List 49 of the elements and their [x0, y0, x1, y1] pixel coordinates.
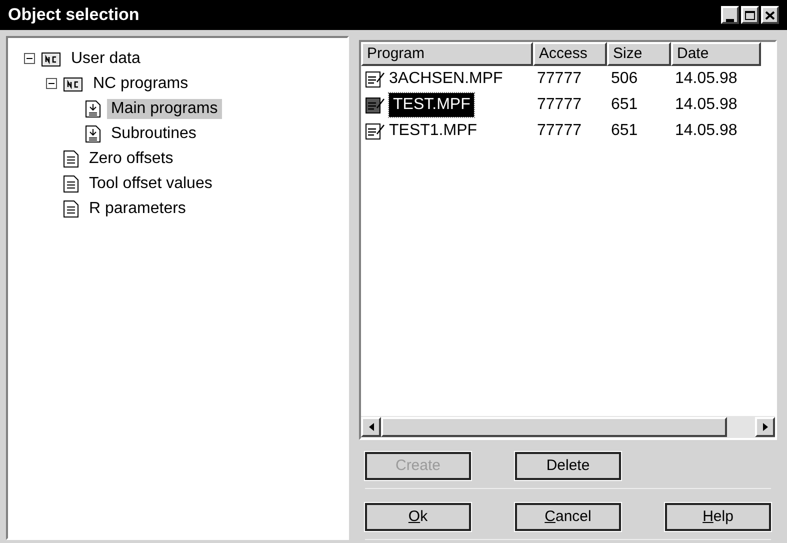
tree-item[interactable]: NC programs [89, 74, 192, 94]
horizontal-scrollbar[interactable] [361, 416, 775, 438]
tree-item[interactable]: Main programs [107, 98, 222, 118]
table-cell[interactable]: TEST.MPF [389, 93, 474, 117]
tree-item[interactable]: Subroutines [107, 124, 200, 144]
column-header[interactable]: Size [607, 42, 671, 66]
program-edit-icon [365, 122, 385, 140]
close-icon [765, 10, 775, 20]
document-icon [63, 200, 79, 218]
program-edit-icon [365, 70, 385, 88]
tree-item[interactable]: Tool offset values [85, 174, 216, 194]
table-cell-text: 14.05.98 [675, 95, 738, 115]
document-icon [63, 174, 79, 192]
column-header[interactable]: Program [361, 42, 533, 66]
column-header[interactable]: Access [533, 42, 607, 66]
table-cell-text: 14.05.98 [675, 69, 738, 89]
table-cell-text: 77777 [537, 95, 582, 115]
table-cell-text: 77777 [537, 69, 582, 89]
dialog-button[interactable]: Cancel [515, 503, 621, 531]
dialog-button[interactable]: Delete [515, 452, 621, 480]
table-cell-text: 14.05.98 [675, 121, 738, 141]
column-header[interactable]: Date [671, 42, 761, 66]
table-cell-text: 651 [611, 95, 638, 115]
nc-folder-icon [63, 76, 83, 92]
tree-item[interactable]: User data [67, 48, 144, 68]
tree-item[interactable]: R parameters [85, 198, 190, 218]
document-icon [63, 150, 79, 168]
program-file-icon [85, 100, 101, 118]
window-title: Object selection [8, 4, 140, 26]
scroll-right-icon[interactable] [762, 423, 768, 431]
table-cell[interactable]: TEST1.MPF [389, 119, 478, 143]
program-edit-icon [365, 96, 385, 114]
dialog-button[interactable]: Help [665, 503, 771, 531]
dialog-button[interactable]: Ok [365, 503, 471, 531]
collapse-icon[interactable] [24, 53, 35, 64]
maximize-icon [745, 10, 755, 20]
table-cell[interactable]: 3ACHSEN.MPF [389, 67, 503, 91]
close-button[interactable] [761, 6, 779, 24]
maximize-button[interactable] [741, 6, 759, 24]
tree-item[interactable]: Zero offsets [85, 148, 178, 168]
program-file-icon [85, 124, 101, 142]
table-cell-text: 506 [611, 69, 638, 89]
minimize-icon [726, 19, 734, 22]
table-cell-text: 77777 [537, 121, 582, 141]
scroll-left-icon[interactable] [368, 423, 374, 431]
minimize-button[interactable] [721, 6, 739, 24]
table-cell-text: 651 [611, 121, 638, 141]
collapse-icon[interactable] [46, 78, 57, 89]
nc-folder-icon [41, 50, 61, 66]
